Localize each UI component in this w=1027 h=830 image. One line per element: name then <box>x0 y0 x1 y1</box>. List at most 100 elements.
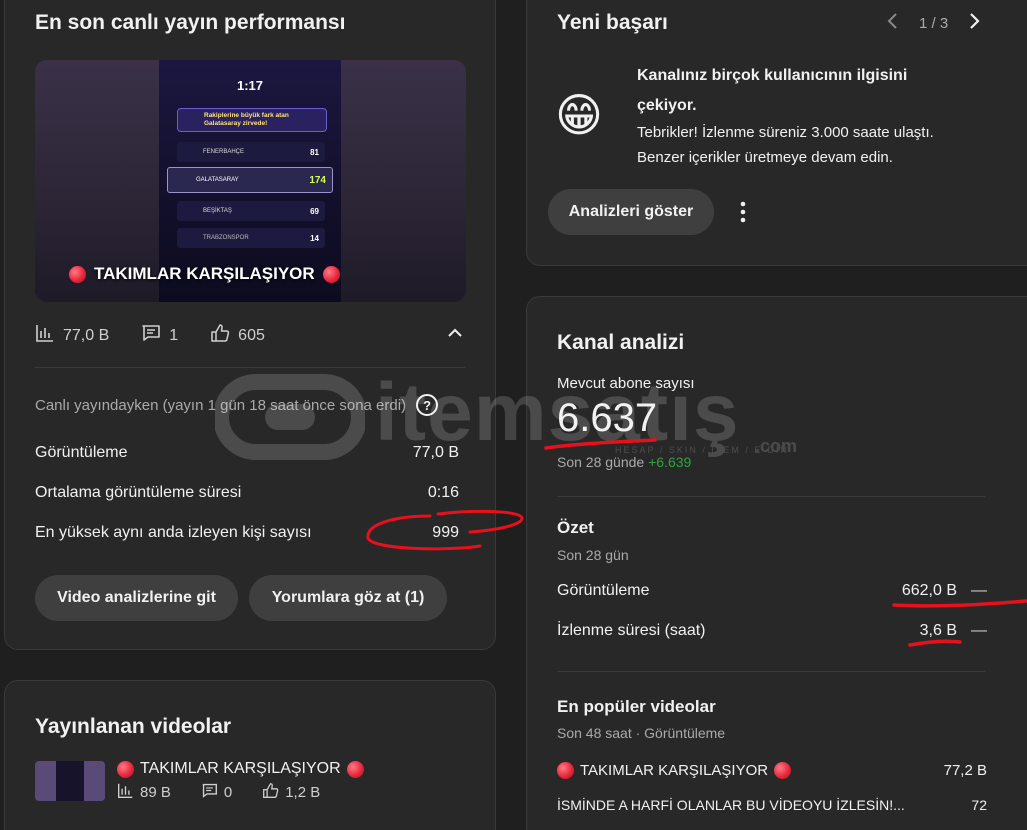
metric-value: 999 <box>432 524 459 541</box>
bar-chart-icon <box>117 782 134 803</box>
thumb-team-score: 81 <box>310 147 319 157</box>
thumb-team-score: 69 <box>310 206 319 216</box>
thumb-team-name: BEŞİKTAŞ <box>203 208 232 214</box>
views-count: 77,0 B <box>63 326 110 344</box>
published-video-title: TAKIMLAR KARŞILAŞIYOR <box>140 760 341 777</box>
achievement-pager: 1 / 3 <box>885 11 982 36</box>
achievement-title: Yeni başarı <box>557 11 668 34</box>
chevron-left-icon[interactable] <box>885 11 901 36</box>
top-video-title: İSMİNDE A HARFİ OLANLAR BU VİDEOYU İZLES… <box>557 797 905 813</box>
published-videos-card: Yayınlanan videolar TAKIMLAR KARŞILAŞIYO… <box>4 680 496 830</box>
help-icon[interactable]: ? <box>416 394 439 416</box>
more-vert-icon[interactable] <box>733 199 753 225</box>
summary-label: İzlenme süresi (saat) <box>557 622 706 639</box>
summary-value: 662,0 B <box>901 582 957 599</box>
published-video-stats: 89 B 0 1,2 B <box>117 782 320 803</box>
top-video-title: TAKIMLAR KARŞILAŞIYOR <box>580 762 769 779</box>
red-circle-emoji <box>117 760 134 778</box>
top-video-row[interactable]: TAKIMLAR KARŞILAŞIYOR 77,2 B <box>557 762 987 779</box>
top-video-value: 77,2 B <box>943 762 987 779</box>
likes-stat: 605 <box>210 323 265 348</box>
comment-icon <box>141 323 161 348</box>
published-video-thumbnail[interactable] <box>35 761 105 801</box>
chevron-right-icon[interactable] <box>966 11 982 36</box>
comments-stat: 0 <box>201 782 232 803</box>
metric-label: En yüksek aynı anda izleyen kişi sayısı <box>35 524 312 541</box>
red-circle-emoji <box>557 762 574 779</box>
red-circle-emoji <box>322 265 340 283</box>
bar-chart-icon <box>35 323 55 348</box>
thumb-team-row-4: TRABZONSPOR 14 <box>177 228 325 248</box>
metric-row-avg-duration: Ortalama görüntüleme süresi 0:16 <box>35 484 459 502</box>
subscribers-value: 6.637 <box>557 396 658 440</box>
live-thumbnail[interactable]: 1:17 Rakiplerine büyük fark atan Galatas… <box>35 60 466 302</box>
top-video-value: 72 <box>971 797 987 813</box>
divider <box>35 367 465 368</box>
thumb-team-score: 14 <box>310 233 319 243</box>
achievement-headline: Kanalınız birçok kullanıcının ilgisini ç… <box>637 67 908 114</box>
published-video-title-row[interactable]: TAKIMLAR KARŞILAŞIYOR <box>117 760 364 778</box>
metric-row-peak-viewers: En yüksek aynı anda izleyen kişi sayısı … <box>35 524 459 542</box>
subscribers-label: Mevcut abone sayısı <box>557 375 695 392</box>
subscribers-change-label: Son 28 günde <box>557 454 645 470</box>
comment-icon <box>201 782 218 803</box>
summary-row-watchtime: İzlenme süresi (saat) 3,6 B — <box>557 622 987 640</box>
comments-count: 0 <box>223 784 233 801</box>
pager-text: 1 / 3 <box>919 15 949 32</box>
thumb-team-score: 174 <box>309 174 326 186</box>
show-analytics-button[interactable]: Analizleri göster <box>548 189 714 235</box>
views-stat: 89 B <box>117 782 171 803</box>
metric-label: Ortalama görüntüleme süresi <box>35 484 242 501</box>
views-count: 89 B <box>140 784 171 801</box>
channel-analytics-card: Kanal analizi Mevcut abone sayısı 6.637 … <box>526 296 1027 830</box>
summary-value: 3,6 B <box>919 622 957 639</box>
likes-count: 605 <box>238 326 265 344</box>
subscribers-change-value: +6.639 <box>648 454 692 470</box>
grinning-face-icon: 😁 <box>555 89 603 141</box>
subscribers-change-row: Son 28 günde +6.639 <box>557 454 691 470</box>
top-videos-title: En popüler videolar <box>557 697 716 716</box>
thumb-team-row-1: FENERBAHÇE 81 <box>177 142 325 162</box>
thumb-team-row-2: GALATASARAY 174 <box>167 167 333 193</box>
video-analytics-button[interactable]: Video analizlerine git <box>35 575 238 621</box>
stream-ended-text: Canlı yayındayken (yayın 1 gün 18 saat ö… <box>35 394 439 416</box>
thumbnail-banner-text: Rakiplerine büyük fark atan Galatasaray … <box>204 112 289 127</box>
stream-ended-label: Canlı yayındayken (yayın 1 gün 18 saat ö… <box>35 396 407 414</box>
thumb-team-name: GALATASARAY <box>196 177 239 183</box>
metric-row-views: Görüntüleme 77,0 B <box>35 444 459 462</box>
thumb-team-name: TRABZONSPOR <box>203 235 249 241</box>
published-videos-title: Yayınlanan videolar <box>35 715 232 738</box>
likes-stat: 1,2 B <box>262 782 320 803</box>
achievement-card: Yeni başarı 1 / 3 😁 Kanalınız birçok kul… <box>526 0 1027 266</box>
top-videos-period: Son 48 saat · Görüntüleme <box>557 725 726 741</box>
live-performance-title: En son canlı yayın performansı <box>35 11 346 34</box>
red-circle-emoji <box>774 762 792 779</box>
collapse-chevron-up-icon[interactable] <box>445 323 465 348</box>
red-circle-emoji <box>346 760 364 778</box>
metric-label: Görüntüleme <box>35 444 128 461</box>
thumbs-up-icon <box>210 323 230 348</box>
thumbnail-banner: Rakiplerine büyük fark atan Galatasaray … <box>177 108 327 132</box>
summary-trend: — <box>971 622 987 639</box>
summary-label: Görüntüleme <box>557 582 650 599</box>
summary-period: Son 28 gün <box>557 547 629 563</box>
thumb-team-row-3: BEŞİKTAŞ 69 <box>177 201 325 221</box>
divider <box>557 671 985 672</box>
thumbnail-title-overlay: TAKIMLAR KARŞILAŞIYOR <box>69 264 340 284</box>
divider <box>557 496 985 497</box>
summary-title: Özet <box>557 518 594 537</box>
summary-trend: — <box>971 582 987 599</box>
view-comments-button[interactable]: Yorumlara göz at (1) <box>249 575 447 621</box>
live-stats-row: 77,0 B 1 605 <box>35 323 265 348</box>
achievement-body: Tebrikler! İzlenme süreniz 3.000 saate u… <box>637 124 934 166</box>
views-stat: 77,0 B <box>35 323 109 348</box>
comments-count: 1 <box>169 326 179 344</box>
thumbnail-timer: 1:17 <box>236 78 264 93</box>
comments-stat: 1 <box>141 323 178 348</box>
likes-count: 1,2 B <box>285 784 321 801</box>
channel-analytics-title: Kanal analizi <box>557 331 685 354</box>
live-performance-card: En son canlı yayın performansı 1:17 Raki… <box>4 0 496 650</box>
summary-row-views: Görüntüleme 662,0 B — <box>557 582 987 600</box>
top-video-row[interactable]: İSMİNDE A HARFİ OLANLAR BU VİDEOYU İZLES… <box>557 797 987 813</box>
red-circle-emoji <box>69 265 86 283</box>
